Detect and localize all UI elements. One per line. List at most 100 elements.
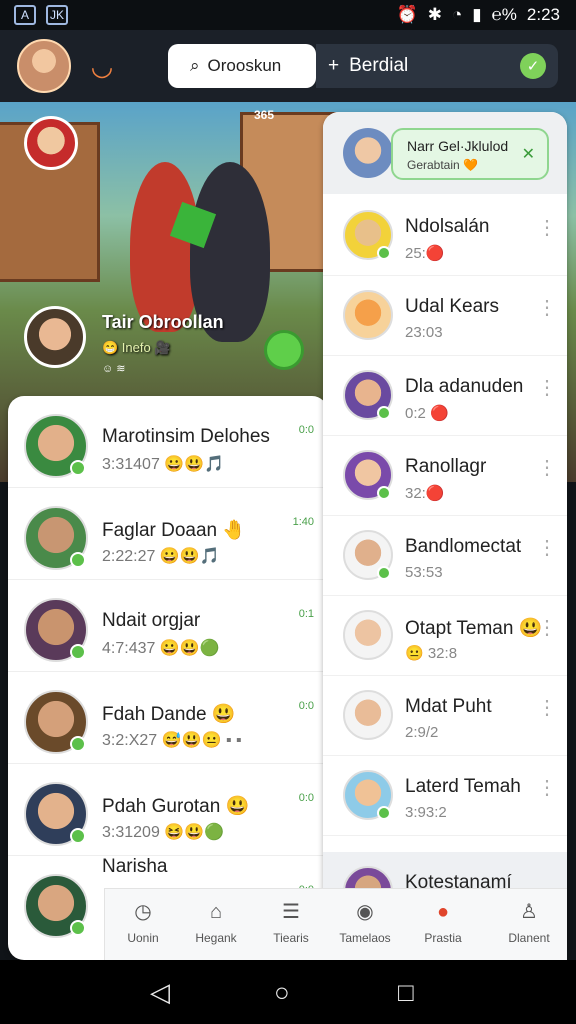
list-item[interactable]: Otapt Teman 😃 😐 32:8 ⋮ <box>323 596 567 676</box>
list-item[interactable]: Mdat Puht 2:9/2 ⋮ <box>323 676 567 756</box>
list-item[interactable]: Ranollagr 32:🔴 ⋮ <box>323 436 567 516</box>
image-icon: A <box>14 5 36 25</box>
group-avatar[interactable] <box>343 128 393 178</box>
contact-meta: 2:22:27 😀😃🎵 <box>102 548 220 565</box>
list-item[interactable]: Ndolsalán 25:🔴 ⋮ <box>323 196 567 276</box>
contact-meta: 3:31407 😀😃🎵 <box>102 456 225 473</box>
search-field[interactable]: ⌕ Orooskun <box>168 44 316 88</box>
list-item[interactable]: Fdah Dande 😃 3:2:X27 😅😃😐 ▪ ▪ 0:0 <box>8 672 328 764</box>
contact-meta: 23:03 <box>405 324 443 341</box>
tab-prastia[interactable]: ● Prastia <box>405 899 481 945</box>
contact-time: 0:1 <box>298 608 314 620</box>
home-icon[interactable]: ○ <box>274 978 290 1006</box>
online-badge <box>377 566 391 580</box>
list-item[interactable]: Faglar Doaan 🤚 2:22:27 😀😃🎵 1:40 <box>8 488 328 580</box>
search-placeholder: Orooskun <box>207 56 282 75</box>
list-item[interactable]: Marotinsim Delohes 3:31407 😀😃🎵 0:0 <box>8 396 328 488</box>
contact-name: Narisha <box>102 856 168 877</box>
more-icon[interactable]: ⋮ <box>537 378 557 398</box>
avatar <box>343 610 393 660</box>
chat-icon: ● <box>436 901 450 923</box>
banner-subtitle: 😁 Inefo 🎥 <box>102 340 171 355</box>
contact-meta: 0:2 🔴 <box>405 405 449 422</box>
system-nav-bar: ◁ ○ □ <box>0 960 576 1024</box>
banner-avatar[interactable] <box>24 306 86 368</box>
list-item[interactable]: Laterd Temah 3:93:2 ⋮ <box>323 756 567 836</box>
left-chat-list: Marotinsim Delohes 3:31407 😀😃🎵 0:0 Fagla… <box>8 396 328 960</box>
filter-pill-text: Berdial <box>349 55 409 76</box>
basket-icon[interactable]: ◡ <box>86 50 118 82</box>
online-badge <box>377 486 391 500</box>
camera-icon: ◉ <box>356 901 374 923</box>
contact-name: Ranollagr <box>405 456 487 477</box>
tab-label: Tiearis <box>273 931 309 945</box>
online-badge <box>377 246 391 260</box>
right-header: Narr Gel·Jklulod Gerabtain 🧡 ✕ <box>323 112 567 194</box>
bluetooth-icon: ✱ <box>427 5 442 24</box>
clock-icon: ◷ <box>134 901 152 923</box>
banner-meta: ☺ ≋ <box>102 363 126 375</box>
app-icon: JK <box>46 5 68 25</box>
pill-subtitle: Gerabtain 🧡 <box>407 158 478 172</box>
list-item[interactable]: Ndait orgjar 4:7:437 😀😃🟢 0:1 <box>8 580 328 672</box>
tab-label: Uonin <box>127 931 159 945</box>
alarm-icon: ⏰ <box>396 5 418 24</box>
online-badge <box>70 828 86 844</box>
list-item[interactable]: Bandlomectat 53:53 ⋮ <box>323 516 567 596</box>
more-icon[interactable]: ⋮ <box>537 298 557 318</box>
store-icon: ⌂ <box>209 901 223 923</box>
online-badge <box>70 736 86 752</box>
more-icon[interactable]: ⋮ <box>537 458 557 478</box>
add-filter-bar[interactable]: + Berdial ✓ <box>316 44 558 88</box>
online-badge <box>377 806 391 820</box>
contact-name: Ndait orgjar <box>102 610 201 631</box>
online-badge <box>70 460 86 476</box>
status-bar: A JK ⏰ ✱ ◔ ▮ ℮% 2:23 <box>0 0 576 30</box>
person-icon: ♙ <box>520 901 538 923</box>
contact-time: 1:40 <box>292 516 314 528</box>
recents-icon[interactable]: □ <box>398 978 414 1006</box>
banner-badge: 365 <box>254 108 275 122</box>
tab-tiearis[interactable]: ☰ Tiearis <box>253 899 329 945</box>
bottom-tab-bar: ◷ Uonin ⌂ Hegank ☰ Tiearis ◉ Tamelaos ● … <box>104 888 567 960</box>
close-icon[interactable]: ✕ <box>522 144 535 164</box>
profile-avatar[interactable] <box>17 39 71 93</box>
add-icon[interactable]: + <box>328 55 339 77</box>
contact-time: 0:0 <box>298 424 314 436</box>
more-icon[interactable]: ⋮ <box>537 218 557 238</box>
tab-hegank[interactable]: ⌂ Hegank <box>178 899 254 945</box>
tab-uonin[interactable]: ◷ Uonin <box>105 899 181 945</box>
more-icon[interactable]: ⋮ <box>537 698 557 718</box>
contact-meta: 3:93:2 <box>405 804 447 821</box>
list-item[interactable]: Udal Kears 23:03 ⋮ <box>323 276 567 356</box>
more-icon[interactable]: ⋮ <box>537 778 557 798</box>
contact-name: Bandlomectat <box>405 536 522 557</box>
list-item[interactable]: Dla adanuden 0:2 🔴 ⋮ <box>323 356 567 436</box>
contact-time: 0:0 <box>298 792 314 804</box>
online-badge <box>70 920 86 936</box>
featured-pill[interactable]: Narr Gel·Jklulod Gerabtain 🧡 ✕ <box>391 128 549 180</box>
tab-tamelaos[interactable]: ◉ Tamelaos <box>327 899 403 945</box>
online-badge <box>70 552 86 568</box>
search-icon: ⌕ <box>190 56 200 75</box>
signal-icon: ▮ <box>472 5 482 24</box>
banner-small-avatar[interactable] <box>24 116 78 170</box>
tab-label: Hegank <box>195 931 237 945</box>
tab-dlanent[interactable]: ♙ Dlanent <box>491 899 567 945</box>
avatar <box>343 690 393 740</box>
back-icon[interactable]: ◁ <box>150 978 170 1006</box>
more-icon[interactable]: ⋮ <box>537 538 557 558</box>
more-icon[interactable]: ⋮ <box>537 618 557 638</box>
online-badge <box>377 406 391 420</box>
contact-meta: 4:7:437 😀😃🟢 <box>102 640 220 657</box>
contact-name: Dla adanuden <box>405 376 524 397</box>
contact-name: Laterd Temah <box>405 776 521 797</box>
confirm-icon[interactable]: ✓ <box>520 53 546 79</box>
contact-meta: 3:31209 😆😃🟢 <box>102 824 225 841</box>
list-icon: ☰ <box>282 901 300 923</box>
list-item[interactable]: Pdah Gurotan 😃 3:31209 😆😃🟢 0:0 <box>8 764 328 856</box>
contact-meta: 3:2:X27 😅😃😐 ▪ ▪ <box>102 732 242 749</box>
contact-meta: 25:🔴 <box>405 245 445 262</box>
chat-bubble-icon[interactable] <box>264 330 304 370</box>
contact-meta: 32:🔴 <box>405 485 445 502</box>
